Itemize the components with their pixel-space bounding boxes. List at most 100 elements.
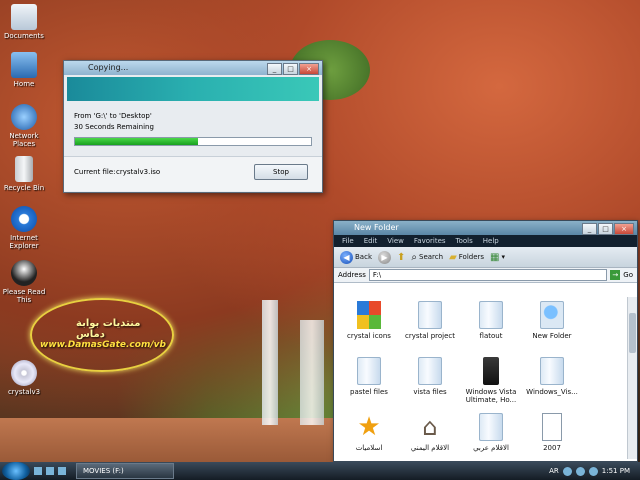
copying-dialog: Copying... _ □ × From 'G:\' to 'Desktop'… xyxy=(63,60,323,193)
minimize-button[interactable]: _ xyxy=(267,63,282,75)
dialog-title-bar[interactable]: Copying... _ □ × xyxy=(64,61,322,75)
list-item[interactable]: crystal icons xyxy=(340,297,398,349)
close-button[interactable]: × xyxy=(299,63,319,75)
folder-icon xyxy=(479,413,503,441)
address-bar: Address F:\ → Go xyxy=(334,268,637,283)
clock[interactable]: 1:51 PM xyxy=(602,467,630,475)
internet-explorer-icon xyxy=(11,206,37,232)
quick-launch-icon[interactable] xyxy=(58,467,66,475)
tray-network-icon[interactable] xyxy=(562,466,572,476)
forward-button[interactable]: ▶ xyxy=(378,250,391,264)
list-item[interactable]: crystal project xyxy=(401,297,459,349)
menu-file[interactable]: File xyxy=(342,237,354,245)
menu-tools[interactable]: Tools xyxy=(456,237,473,245)
document-icon xyxy=(542,413,562,441)
copy-progress-fill xyxy=(75,138,198,145)
folder-icon xyxy=(479,301,503,329)
explorer-close-button[interactable]: × xyxy=(614,223,634,235)
dialog-bottom-bar: Current file: crystalv3.iso Stop xyxy=(64,156,322,191)
menu-view[interactable]: View xyxy=(387,237,404,245)
list-item[interactable]: vista files xyxy=(401,353,459,405)
desktop-icon-internet-explorer[interactable]: Internet Explorer xyxy=(0,206,50,250)
list-item[interactable]: ⌂ الاقلام اليمني xyxy=(401,409,459,461)
home-computer-icon xyxy=(11,52,37,78)
back-arrow-icon: ◀ xyxy=(340,250,353,264)
scrollbar-thumb[interactable] xyxy=(629,313,636,353)
system-tray: AR 1:51 PM xyxy=(549,462,640,480)
menu-favorites[interactable]: Favorites xyxy=(414,237,446,245)
menu-bar: File Edit View Favorites Tools Help xyxy=(334,235,637,247)
list-item[interactable]: pastel files xyxy=(340,353,398,405)
house-icon: ⌂ xyxy=(422,413,438,441)
search-icon: ⌕ xyxy=(411,251,417,263)
wallpaper-waterfall xyxy=(262,300,278,425)
tux-penguin-icon xyxy=(11,260,37,286)
explorer-minimize-button[interactable]: _ xyxy=(582,223,597,235)
list-item[interactable]: ★ اسلاميات xyxy=(340,409,398,461)
current-file-label: Current file: xyxy=(74,168,116,176)
desktop-icon-recycle-bin[interactable]: Recycle Bin xyxy=(0,156,50,192)
copy-from-to: From 'G:\' to 'Desktop' xyxy=(74,112,152,120)
menu-edit[interactable]: Edit xyxy=(364,237,378,245)
language-indicator[interactable]: AR xyxy=(549,467,559,475)
chevron-down-icon: ▾ xyxy=(501,253,506,261)
network-globe-icon xyxy=(11,104,37,130)
copy-progress-bar xyxy=(74,137,312,146)
current-file-name: crystalv3.iso xyxy=(116,168,161,176)
recycle-bin-icon xyxy=(15,156,33,182)
list-item[interactable]: Windows_Vis... xyxy=(523,353,581,405)
star-icon: ★ xyxy=(357,412,381,442)
desktop-icon-please-read[interactable]: Please Read This xyxy=(0,260,50,304)
search-button[interactable]: ⌕ Search xyxy=(411,252,443,263)
forward-arrow-icon: ▶ xyxy=(378,250,391,264)
vertical-scrollbar[interactable] xyxy=(627,297,637,459)
folders-icon: ▰ xyxy=(449,251,457,263)
up-folder-icon: ⬆ xyxy=(397,251,406,263)
wallpaper-sand xyxy=(0,418,340,462)
tray-app-icon[interactable] xyxy=(588,466,598,476)
desktop-icon-crystalv3[interactable]: crystalv3 xyxy=(0,360,50,396)
address-input[interactable]: F:\ xyxy=(368,269,608,281)
views-button[interactable]: ▦ ▾ xyxy=(490,252,505,263)
menu-help[interactable]: Help xyxy=(483,237,499,245)
explorer-title-bar[interactable]: New Folder _ □ × xyxy=(334,221,637,235)
folders-button[interactable]: ▰ Folders xyxy=(449,252,484,263)
desktop-icon-home[interactable]: Home xyxy=(0,52,50,88)
go-button[interactable]: Go xyxy=(623,271,633,279)
explorer-title: New Folder xyxy=(354,223,399,232)
switch-windows-icon[interactable] xyxy=(46,467,54,475)
computer-icon xyxy=(483,357,499,385)
up-folder-button[interactable]: ⬆ xyxy=(397,252,405,263)
windows-logo-icon xyxy=(357,301,381,329)
explorer-window: New Folder _ □ × File Edit View Favorite… xyxy=(333,220,638,462)
start-button[interactable] xyxy=(2,462,30,480)
list-item[interactable]: Windows Vista Ultimate, Ho... xyxy=(462,353,520,405)
copy-time-remaining: 30 Seconds Remaining xyxy=(74,123,154,131)
taskbar-item-movies[interactable]: MOVIES (F:) xyxy=(76,463,174,479)
taskbar: MOVIES (F:) AR 1:51 PM xyxy=(0,462,640,480)
desktop-icon-documents[interactable]: Documents xyxy=(0,4,50,40)
desktop-icon-network[interactable]: Network Places xyxy=(0,104,50,148)
back-button[interactable]: ◀ Back xyxy=(340,250,372,264)
show-desktop-icon[interactable] xyxy=(34,467,42,475)
wallpaper-waterfall-2 xyxy=(300,320,324,425)
list-item[interactable]: New Folder xyxy=(523,297,581,349)
list-item[interactable]: flatout xyxy=(462,297,520,349)
copy-animation-banner xyxy=(67,77,319,101)
list-item[interactable]: 2007 xyxy=(523,409,581,461)
stop-button[interactable]: Stop xyxy=(254,164,308,180)
list-item[interactable]: الاقلام عربي xyxy=(462,409,520,461)
views-icon: ▦ xyxy=(490,251,500,263)
globe-folder-icon xyxy=(540,301,564,329)
folder-icon xyxy=(418,301,442,329)
go-arrow-icon[interactable]: → xyxy=(610,270,621,280)
folder-icon xyxy=(540,357,564,385)
address-label: Address xyxy=(338,271,366,279)
folder-icon xyxy=(357,357,381,385)
maximize-button[interactable]: □ xyxy=(283,63,298,75)
tray-volume-icon[interactable] xyxy=(575,466,585,476)
folder-icon xyxy=(418,357,442,385)
disc-image-icon xyxy=(11,360,37,386)
explorer-toolbar: ◀ Back ▶ ⬆ ⌕ Search ▰ Folders ▦ ▾ xyxy=(334,247,637,268)
explorer-maximize-button[interactable]: □ xyxy=(598,223,613,235)
